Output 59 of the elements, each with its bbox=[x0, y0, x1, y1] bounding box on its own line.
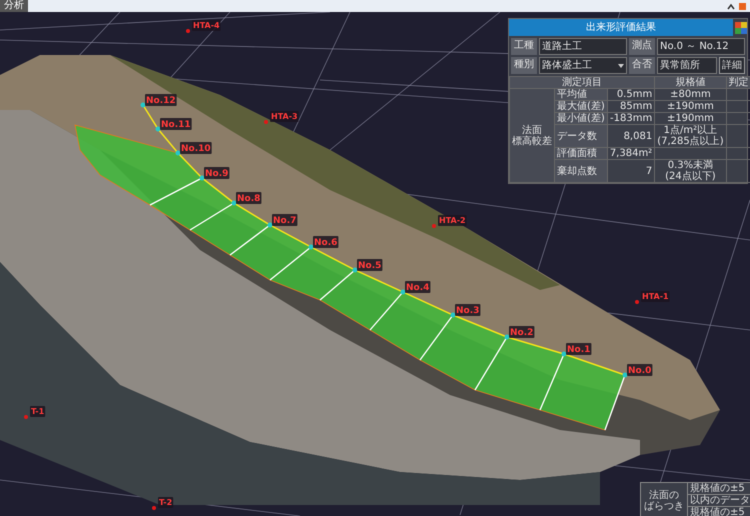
field-label: 合否 bbox=[629, 57, 655, 74]
legend-text: 規格値の±5 bbox=[688, 483, 750, 495]
value-field: 道路土工 bbox=[539, 38, 627, 55]
table-cell: 85mm bbox=[607, 100, 655, 112]
table-cell: 7 bbox=[607, 160, 655, 182]
station-label: No.1 bbox=[566, 343, 592, 355]
control-point-label: T-1 bbox=[30, 406, 46, 417]
caret-up-icon[interactable] bbox=[727, 2, 735, 10]
table-cell: データ数 bbox=[554, 124, 608, 148]
caret-down-icon bbox=[618, 64, 624, 68]
station-label: No.11 bbox=[160, 118, 192, 130]
table-cell: 7,384m² bbox=[607, 148, 655, 160]
square-icon[interactable] bbox=[739, 2, 746, 10]
legend-text: 以内のデータ bbox=[688, 495, 750, 507]
panel-title: 出来形評価結果 bbox=[509, 19, 733, 36]
control-point-label: HTA-2 bbox=[438, 215, 467, 226]
station-label: No.8 bbox=[236, 192, 262, 204]
control-point-label: HTA-4 bbox=[192, 20, 221, 31]
grid-icon[interactable] bbox=[735, 22, 747, 34]
station-label: No.12 bbox=[145, 94, 177, 106]
field-label: 種別 bbox=[511, 57, 537, 74]
legend-heading: ばらつき bbox=[644, 501, 684, 512]
view-tab[interactable]: 分析 bbox=[0, 0, 28, 12]
table-cell: 0.3%未満 (24点以下) bbox=[654, 160, 726, 182]
type-dropdown[interactable]: 路体盛土工 bbox=[539, 57, 627, 74]
table-cell: 最小値(差) bbox=[554, 112, 608, 124]
table-cell: ±190mm bbox=[654, 100, 726, 112]
group-cell: 法面 標高較差 bbox=[510, 88, 554, 182]
station-label: No.6 bbox=[313, 236, 338, 248]
station-label: No.9 bbox=[204, 167, 230, 179]
control-point-label: HTA-3 bbox=[270, 111, 299, 122]
value-field: No.0 ～ No.12 bbox=[657, 38, 745, 55]
table-cell: ±190mm bbox=[654, 112, 726, 124]
station-label: No.5 bbox=[357, 259, 382, 271]
table-cell: 最大値(差) bbox=[554, 100, 608, 112]
table-cell: 0.5mm bbox=[607, 88, 655, 100]
control-point-label: T-2 bbox=[158, 497, 174, 508]
station-label: No.10 bbox=[180, 142, 212, 154]
table-cell: 1点/m²以上 (7,285点以上) bbox=[654, 124, 726, 148]
legend-heading: 法面の bbox=[648, 490, 680, 501]
control-point-label: HTA-1 bbox=[641, 291, 670, 302]
table-cell: 評価面積 bbox=[554, 148, 608, 160]
column-header: 測定項目 bbox=[510, 76, 655, 88]
station-label: No.3 bbox=[455, 304, 480, 316]
table-cell: 8,081 bbox=[607, 124, 655, 148]
field-label: 測点 bbox=[629, 38, 655, 55]
station-label: No.4 bbox=[405, 281, 430, 293]
field-label: 工種 bbox=[511, 38, 537, 55]
column-header: 規格値 bbox=[654, 76, 726, 88]
station-label: No.7 bbox=[272, 214, 298, 226]
value-field: 異常箇所 bbox=[657, 57, 717, 74]
table-cell: ±80mm bbox=[654, 88, 726, 100]
table-cell: 平均値 bbox=[554, 88, 608, 100]
table-cell: -183mm bbox=[607, 112, 655, 124]
station-label: No.2 bbox=[509, 326, 534, 338]
detail-button[interactable]: 詳細 bbox=[719, 57, 745, 74]
station-label: No.0 bbox=[627, 364, 652, 376]
table-cell: 棄却点数 bbox=[554, 160, 608, 182]
column-header: 判定 bbox=[726, 76, 750, 88]
